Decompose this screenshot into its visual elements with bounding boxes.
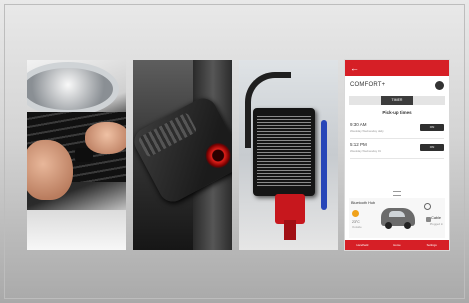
hand xyxy=(85,122,126,154)
bumper xyxy=(27,210,126,250)
photo-engine-module xyxy=(239,60,338,250)
red-connector-stem xyxy=(284,220,296,240)
back-icon[interactable]: ← xyxy=(350,63,359,73)
hub-title: Bluetooth Hub xyxy=(351,201,376,205)
nav-settings[interactable]: Settings xyxy=(414,240,449,250)
pickup-toggle[interactable]: ON xyxy=(420,124,444,131)
tab-right[interactable] xyxy=(413,96,445,105)
photo-obd-device xyxy=(133,60,232,250)
pickup-row[interactable]: 5:12 PM Weekday Wednesday 01 ON xyxy=(350,140,444,159)
blue-wire xyxy=(321,120,327,210)
clock-icon xyxy=(424,203,431,210)
pickup-detail: Weekday Wednesday daily xyxy=(350,129,384,133)
weather-sub: Outside xyxy=(352,225,362,229)
weather-icon xyxy=(352,210,359,217)
phone-app-screen: ← COMFORT+ TIMER Pick-up times 9:30 AM W… xyxy=(345,60,449,250)
pickup-time: 9:30 AM xyxy=(350,122,367,127)
control-module xyxy=(253,108,315,196)
bluetooth-hub-card: Bluetooth Hub 23°C Outside Cable Plugged… xyxy=(349,198,445,238)
warning-label xyxy=(257,114,311,188)
nav-home[interactable]: Home xyxy=(380,240,415,250)
app-bar: ← xyxy=(345,60,449,76)
title-bar: COMFORT+ xyxy=(345,78,449,94)
power-icon[interactable] xyxy=(435,81,444,90)
cable-status: Cable xyxy=(431,216,441,220)
handle-icon[interactable] xyxy=(393,191,401,196)
tab-left[interactable] xyxy=(349,96,381,105)
pickup-toggle[interactable]: ON xyxy=(420,144,444,151)
tab-timer[interactable]: TIMER xyxy=(381,96,413,105)
pickup-row[interactable]: 9:30 AM Weekday Wednesday daily ON xyxy=(350,120,444,139)
pickup-time: 5:12 PM xyxy=(350,142,367,147)
photo-installing-connector xyxy=(27,60,126,250)
led-ring xyxy=(205,142,232,169)
car-icon xyxy=(381,208,415,229)
pickup-detail: Weekday Wednesday 01 xyxy=(350,149,381,153)
outside-temperature: 23°C xyxy=(352,220,360,224)
tab-bar: TIMER xyxy=(349,96,445,105)
hand xyxy=(27,140,73,200)
bottom-nav: Handheld Home Settings xyxy=(345,240,449,250)
app-title: COMFORT+ xyxy=(350,82,386,88)
nav-handheld[interactable]: Handheld xyxy=(345,240,380,250)
pickup-section-title: Pick-up times xyxy=(382,110,412,115)
cable-status-sub: Plugged in xyxy=(429,222,443,226)
